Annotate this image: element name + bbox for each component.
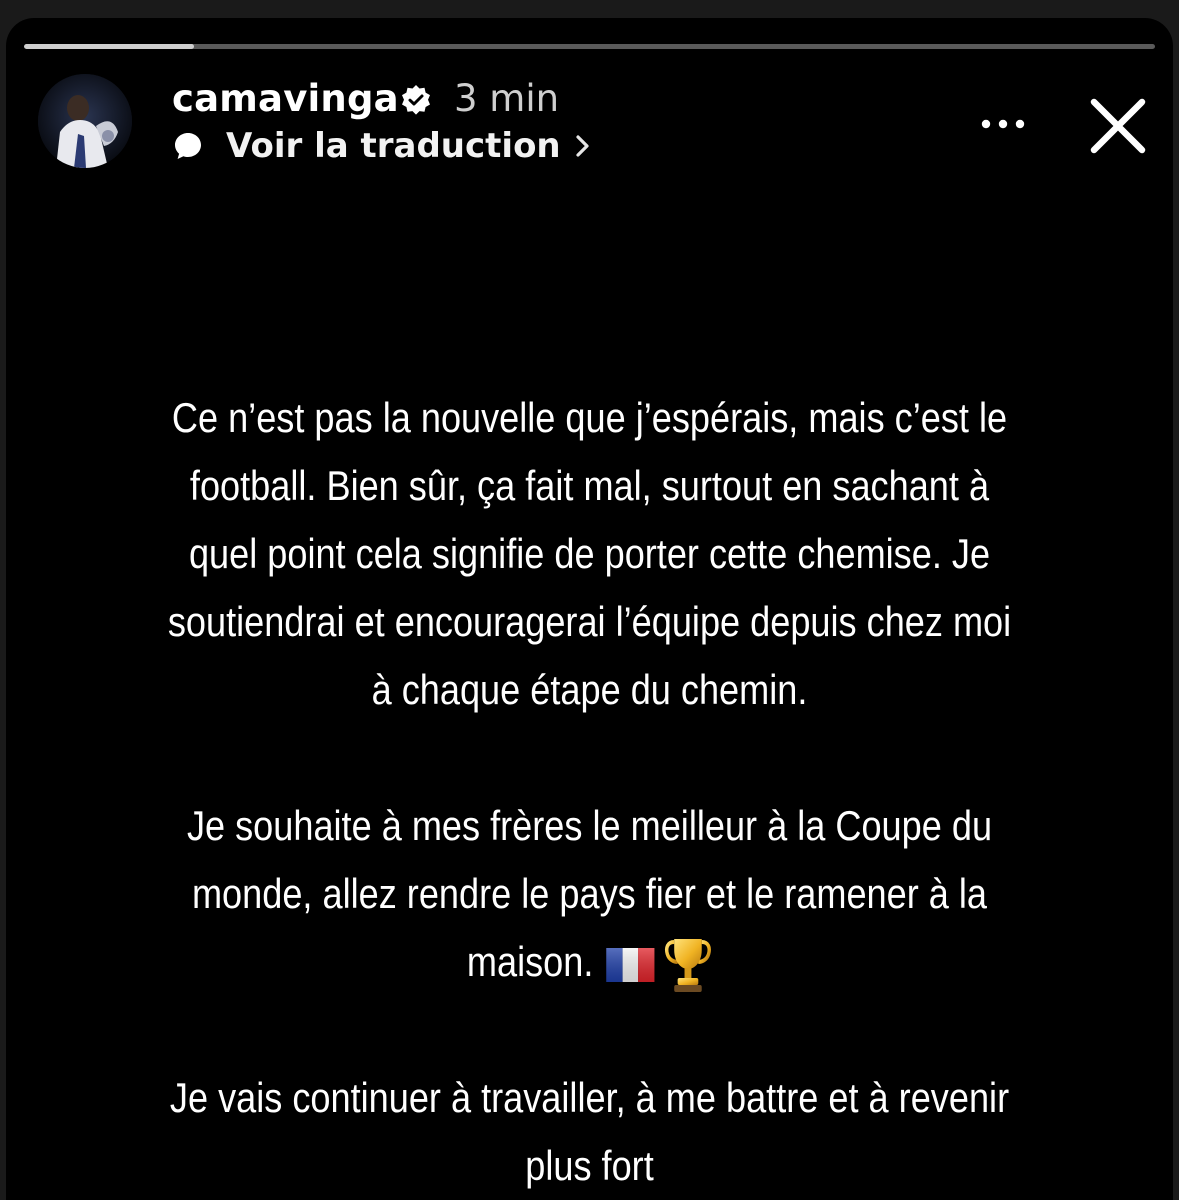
verified-badge-icon (402, 85, 430, 115)
chevron-right-icon (576, 135, 589, 157)
paragraph-2: Je souhaite à mes frères le meilleur à l… (88, 792, 1092, 996)
avatar[interactable] (38, 74, 132, 168)
username[interactable]: camavinga (172, 76, 399, 122)
text-line: Je souhaite à mes frères le meilleur à l… (186, 802, 993, 849)
screen: camavinga 3 min Voir la traduction Ce n’… (0, 0, 1179, 1200)
text-line: monde, allez rendre le pays fier et le r… (191, 870, 988, 917)
text-line: maison. (466, 938, 594, 985)
trophy-emoji (665, 938, 711, 992)
text-line: plus fort (525, 1142, 654, 1189)
story-progress-fill (24, 44, 194, 49)
text-line: Je vais continuer à travailler, à me bat… (169, 1074, 1010, 1121)
text-line: soutiendrai et encouragerai l’équipe dep… (167, 598, 1012, 645)
see-translation-link[interactable]: Voir la traduction (172, 126, 593, 166)
paragraph-3: Je vais continuer à travailler, à me bat… (88, 1064, 1092, 1200)
story-text: Ce n’est pas la nouvelle que j’espérais,… (88, 384, 1092, 1200)
post-time: 3 min (454, 77, 560, 120)
paragraph-1: Ce n’est pas la nouvelle que j’espérais,… (88, 384, 1092, 724)
speech-bubble-icon (175, 133, 201, 159)
text-line: à chaque étape du chemin. (371, 666, 808, 713)
story-progress-bar (24, 44, 1155, 49)
close-icon[interactable] (1082, 90, 1154, 162)
text-line: Ce n’est pas la nouvelle que j’espérais,… (171, 394, 1008, 441)
text-line: football. Bien sûr, ça fait mal, surtout… (189, 462, 990, 509)
story-viewer[interactable]: camavinga 3 min Voir la traduction Ce n’… (6, 18, 1173, 1200)
more-options-icon[interactable] (968, 104, 1038, 144)
french-flag-emoji (606, 947, 655, 982)
text-line: quel point cela signifie de porter cette… (188, 530, 991, 577)
see-translation-label[interactable]: Voir la traduction (226, 126, 561, 166)
